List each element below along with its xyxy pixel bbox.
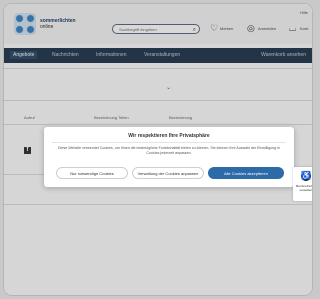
browser-window: sommerlichten online Suchbegriff eingebe… bbox=[4, 4, 312, 295]
consent-text: Diese Website verwendet Cookies, um Ihne… bbox=[58, 146, 280, 155]
cookie-consent-dialog: Wir respektieren Ihre Privatsphäre Diese… bbox=[44, 127, 294, 187]
web-page: sommerlichten online Suchbegriff eingebe… bbox=[4, 4, 312, 295]
accept-cookies-button[interactable]: Alle Cookies akzeptieren bbox=[208, 167, 284, 179]
divider bbox=[52, 142, 286, 143]
reject-cookies-button[interactable]: Nur notwendige Cookies bbox=[56, 167, 128, 179]
accessibility-label: Barrierefreiheit einstellen bbox=[296, 184, 312, 192]
accessibility-widget[interactable]: ♿ Barrierefreiheit einstellen bbox=[293, 167, 312, 201]
consent-title: Wir respektieren Ihre Privatsphäre bbox=[128, 133, 210, 139]
accessibility-icon: ♿ bbox=[301, 171, 311, 181]
cookie-settings-button[interactable]: Verwaltung der Cookies anpassen bbox=[132, 167, 204, 179]
